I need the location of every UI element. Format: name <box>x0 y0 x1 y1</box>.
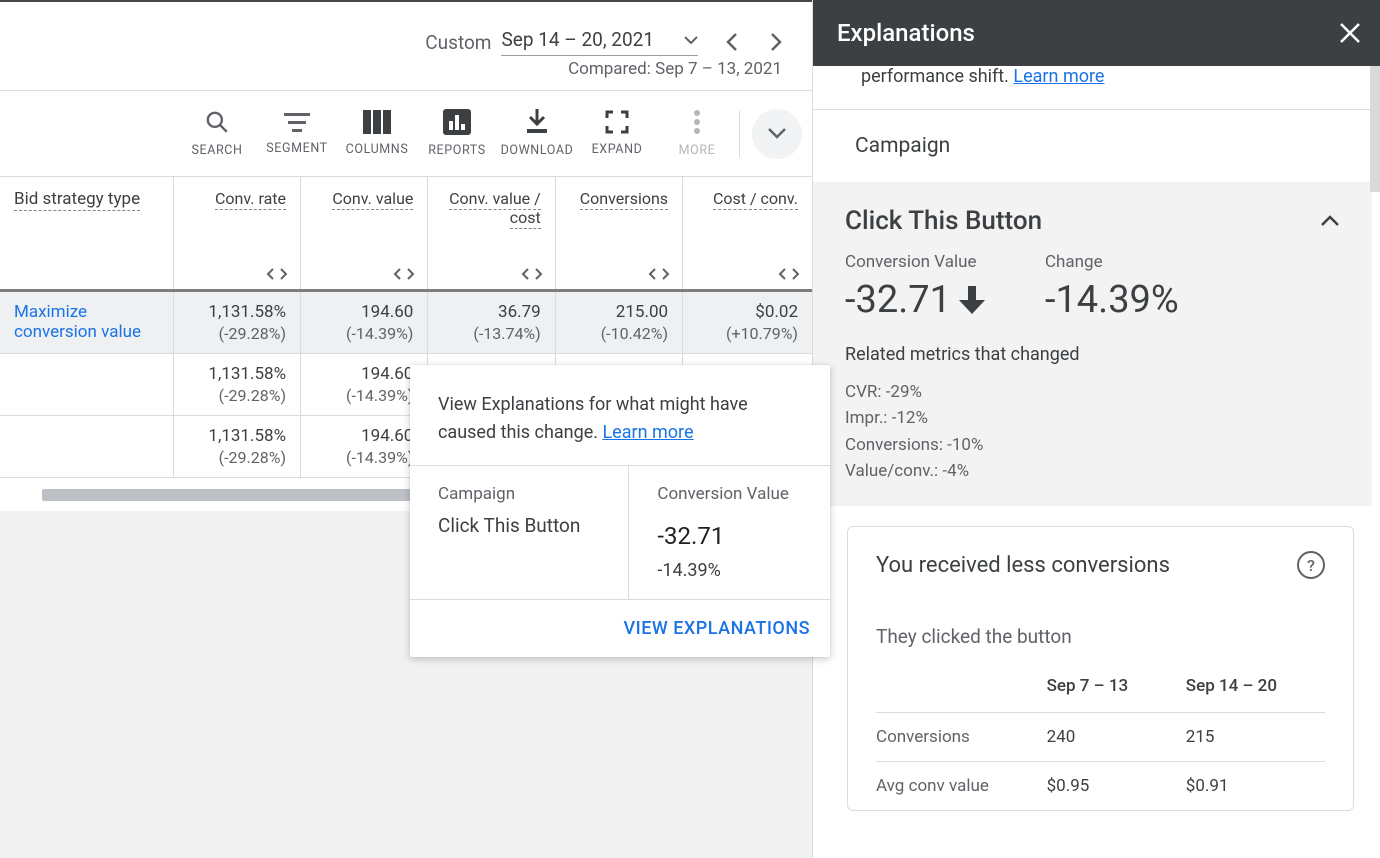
expand-label: EXPAND <box>592 142 643 157</box>
expand-icon <box>605 110 629 134</box>
related-impr: Impr.: -12% <box>845 405 1340 431</box>
insight-card: You received less conversions ? They cli… <box>847 526 1354 811</box>
date-prev-button[interactable] <box>714 24 750 60</box>
cell-conv-rate: 1,131.58%(-29.28%) <box>173 353 300 415</box>
col-conversions[interactable]: Conversions <box>555 177 682 290</box>
cell-strategy <box>0 415 173 477</box>
panel-title: Explanations <box>837 19 975 47</box>
search-button[interactable]: SEARCH <box>177 109 257 158</box>
cell-conversions: 215.00(-10.42%) <box>555 290 682 353</box>
cell-cv-cost: 36.79(-13.74%) <box>428 290 555 353</box>
learn-more-link[interactable]: Learn more <box>602 422 693 443</box>
cell-conv-value: 194.60(-14.39%) <box>301 353 428 415</box>
col-conv-rate[interactable]: Conv. rate <box>173 177 300 290</box>
tooltip-body: View Explanations for what might have ca… <box>410 365 830 465</box>
tooltip-metric-label: Conversion Value <box>657 484 830 504</box>
date-range-text: Sep 14 – 20, 2021 <box>501 28 654 51</box>
related-metrics-heading: Related metrics that changed <box>845 344 1340 365</box>
col-bid-strategy[interactable]: Bid strategy type <box>0 177 173 290</box>
campaign-explanation-card: Click This Button Conversion Value -32.7… <box>813 182 1372 506</box>
segment-icon <box>284 111 310 133</box>
table-toolbar: SEARCH SEGMENT COLUMNS REPORTS DOWNLOAD … <box>0 91 812 177</box>
explanation-tooltip: View Explanations for what might have ca… <box>410 365 830 657</box>
table-header-row: Bid strategy type Conv. rate Conv. value… <box>0 177 812 290</box>
download-button[interactable]: DOWNLOAD <box>497 109 577 158</box>
col-resize-icon[interactable] <box>648 267 670 281</box>
help-icon[interactable]: ? <box>1297 551 1325 579</box>
learn-more-link[interactable]: Learn more <box>1013 66 1104 87</box>
cell-strategy <box>0 353 173 415</box>
col-conv-value[interactable]: Conv. value <box>301 177 428 290</box>
search-label: SEARCH <box>191 143 242 158</box>
close-button[interactable] <box>1338 21 1362 45</box>
col-cost-per-conv[interactable]: Cost / conv. <box>683 177 812 290</box>
explanation-campaign-name: Click This Button <box>845 206 1042 236</box>
panel-snippet: performance shift. Learn more <box>813 66 1372 110</box>
tooltip-metric-value: -32.71 <box>657 522 830 550</box>
download-label: DOWNLOAD <box>501 143 574 158</box>
cell-conv-rate: 1,131.58%(-29.28%) <box>173 415 300 477</box>
related-metrics-list: CVR: -29% Impr.: -12% Conversions: -10% … <box>845 379 1340 484</box>
panel-scrollbar[interactable] <box>1370 66 1380 192</box>
arrow-down-icon <box>959 286 985 314</box>
expand-button[interactable]: EXPAND <box>577 110 657 157</box>
chevron-down-icon <box>768 128 786 139</box>
insight-row: Avg conv value $0.95 $0.91 <box>876 762 1325 811</box>
col-resize-icon[interactable] <box>778 267 800 281</box>
insight-table: Sep 7 – 13 Sep 14 – 20 Conversions 240 2… <box>876 668 1325 810</box>
metric1-label: Conversion Value <box>845 252 985 272</box>
tooltip-campaign-value: Click This Button <box>438 514 628 537</box>
cell-conv-value: 194.60(-14.39%) <box>301 415 428 477</box>
metric2-label: Change <box>1045 252 1179 272</box>
view-explanations-button[interactable]: VIEW EXPLANATIONS <box>410 599 830 657</box>
more-icon <box>693 109 701 135</box>
col-conv-value-cost[interactable]: Conv. value / cost <box>428 177 555 290</box>
explanations-panel: Explanations performance shift. Learn mo… <box>813 0 1380 858</box>
insight-title: You received less conversions <box>876 553 1170 578</box>
insight-subtitle: They clicked the button <box>876 625 1325 648</box>
download-icon <box>525 109 549 135</box>
col-resize-icon[interactable] <box>266 267 288 281</box>
related-conv: Conversions: -10% <box>845 432 1340 458</box>
search-icon <box>204 109 230 135</box>
toolbar-separator <box>739 111 740 157</box>
col-resize-icon[interactable] <box>521 267 543 281</box>
segment-button[interactable]: SEGMENT <box>257 111 337 156</box>
related-cvr: CVR: -29% <box>845 379 1340 405</box>
compared-range-label: Compared: Sep 7 – 13, 2021 <box>568 59 782 79</box>
metric1-value: -32.71 <box>845 278 985 322</box>
reports-label: REPORTS <box>428 143 486 158</box>
insight-row: Conversions 240 215 <box>876 713 1325 762</box>
columns-button[interactable]: COLUMNS <box>337 110 417 157</box>
cell-cost-conv: $0.02(+10.79%) <box>683 290 812 353</box>
date-range-bar: Custom Sep 14 – 20, 2021 Compared: Sep 7… <box>0 0 812 91</box>
more-label: MORE <box>679 143 716 158</box>
insight-col2: Sep 14 – 20 <box>1186 668 1325 713</box>
more-button[interactable]: MORE <box>657 109 737 158</box>
tooltip-metric-pct: -14.39% <box>657 560 830 581</box>
collapse-card-button[interactable] <box>1320 215 1340 227</box>
date-custom-label: Custom <box>425 31 491 54</box>
related-vconv: Value/conv.: -4% <box>845 458 1340 484</box>
columns-label: COLUMNS <box>346 142 409 157</box>
date-range-select[interactable]: Sep 14 – 20, 2021 <box>501 28 698 56</box>
table-row[interactable]: Maximize conversion value 1,131.58%(-29.… <box>0 290 812 353</box>
columns-icon <box>363 110 391 134</box>
campaign-section-label: Campaign <box>813 110 1372 182</box>
reports-icon <box>443 109 471 135</box>
reports-button[interactable]: REPORTS <box>417 109 497 158</box>
cell-strategy[interactable]: Maximize conversion value <box>0 290 173 353</box>
segment-label: SEGMENT <box>266 141 327 156</box>
dropdown-caret-icon <box>684 36 698 44</box>
date-next-button[interactable] <box>758 24 794 60</box>
metric2-value: -14.39% <box>1045 278 1179 322</box>
col-resize-icon[interactable] <box>393 267 415 281</box>
collapse-toolbar-button[interactable] <box>752 109 802 159</box>
cell-conv-value[interactable]: 194.60(-14.39%) <box>301 290 428 353</box>
tooltip-campaign-label: Campaign <box>438 484 628 504</box>
cell-conv-rate: 1,131.58%(-29.28%) <box>173 290 300 353</box>
insight-col1: Sep 7 – 13 <box>1047 668 1186 713</box>
